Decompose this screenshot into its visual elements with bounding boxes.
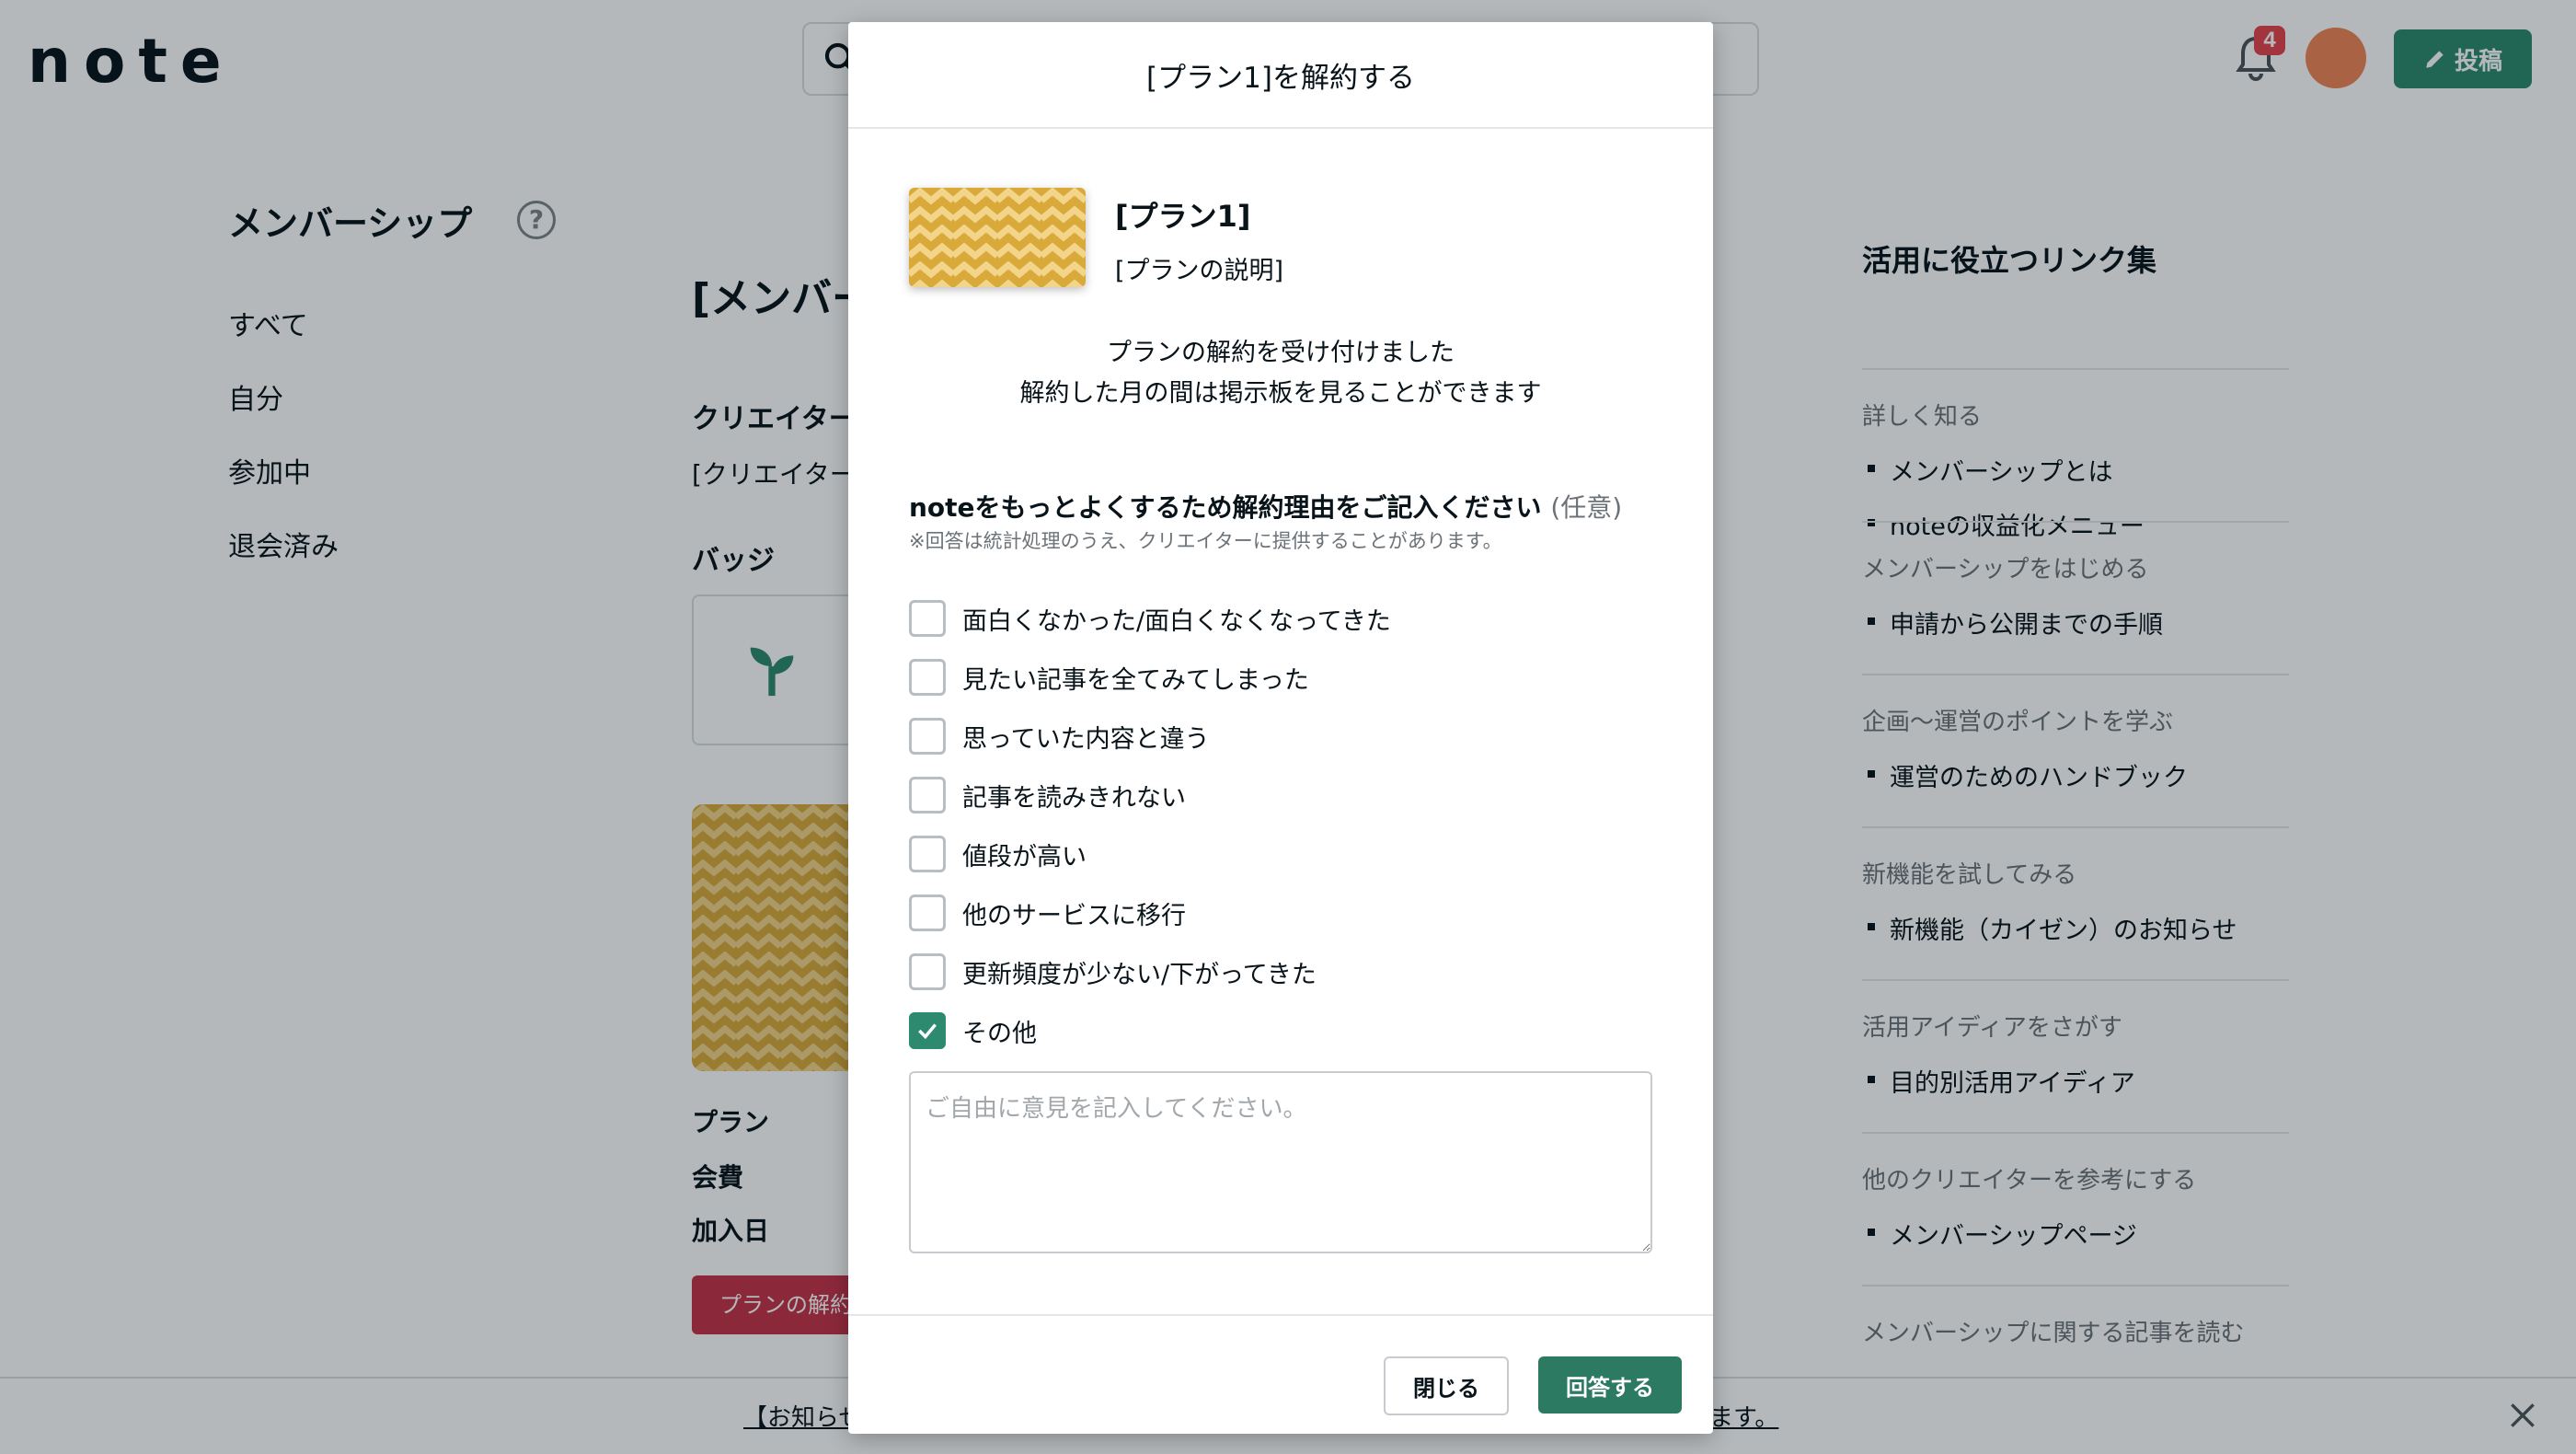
reason-option[interactable]: その他	[909, 1001, 1654, 1060]
reason-option[interactable]: 思っていた内容と違う	[909, 707, 1654, 766]
reason-option[interactable]: 他のサービスに移行	[909, 883, 1654, 942]
plan-thumbnail	[909, 188, 1086, 287]
reason-note: ※回答は統計処理のうえ、クリエイターに提供することがあります。	[909, 530, 1502, 552]
reason-option[interactable]: 見たい記事を全てみてしまった	[909, 648, 1654, 707]
reason-label: 値段が高い	[962, 842, 1087, 871]
checkbox[interactable]	[909, 836, 946, 872]
reason-label: 思っていた内容と違う	[962, 724, 1210, 754]
checkbox[interactable]	[909, 953, 946, 990]
reason-option[interactable]: 記事を読みきれない	[909, 766, 1654, 825]
confirm-line-2: 解約した月の間は掲示板を見ることができます	[1019, 379, 1542, 408]
answer-button-focus-ring: 回答する	[1527, 1344, 1693, 1425]
check-icon	[918, 1023, 937, 1040]
cancel-plan-modal: [プラン1]を解約する [プラン1] [プランの説明] プランの解約を受け付けま…	[848, 22, 1713, 1434]
reason-label: 記事を読みきれない	[962, 783, 1186, 813]
reason-optional: (任意)	[1550, 492, 1623, 523]
reason-option[interactable]: 面白くなかった/面白くなくなってきた	[909, 589, 1654, 648]
modal-title: [プラン1]を解約する	[848, 22, 1713, 129]
reason-checkbox-list: 面白くなかった/面白くなくなってきた 見たい記事を全てみてしまった 思っていた内容と…	[909, 589, 1654, 1060]
cancel-confirmation-message: プランの解約を受け付けました 解約した月の間は掲示板を見ることができます	[848, 333, 1713, 414]
opinion-textarea[interactable]	[909, 1071, 1652, 1253]
checkbox[interactable]	[909, 718, 946, 755]
reason-option[interactable]: 更新頻度が少ない/下がってきた	[909, 942, 1654, 1001]
reason-title: noteをもっとよくするため解約理由をご記入ください (任意)	[909, 488, 1622, 525]
modal-footer: 閉じる 回答する	[848, 1314, 1713, 1434]
checkbox[interactable]	[909, 777, 946, 814]
reason-label: 更新頻度が少ない/下がってきた	[962, 960, 1317, 989]
reason-label: 見たい記事を全てみてしまった	[962, 665, 1309, 695]
reason-title-text: noteをもっとよくするため解約理由をご記入ください	[909, 492, 1542, 523]
plan-name: [プラン1]	[1115, 199, 1251, 234]
close-button[interactable]: 閉じる	[1384, 1356, 1509, 1415]
reason-label: 他のサービスに移行	[962, 901, 1186, 930]
checkbox[interactable]	[909, 659, 946, 696]
answer-button[interactable]: 回答する	[1538, 1356, 1682, 1414]
reason-option[interactable]: 値段が高い	[909, 825, 1654, 883]
plan-description: [プランの説明]	[1115, 257, 1284, 285]
confirm-line-1: プランの解約を受け付けました	[1107, 339, 1455, 367]
checkbox[interactable]	[909, 600, 946, 637]
checkbox[interactable]	[909, 894, 946, 931]
reason-label: 面白くなかった/面白くなくなってきた	[962, 606, 1391, 636]
reason-label: その他	[962, 1019, 1037, 1048]
checkbox-checked[interactable]	[909, 1012, 946, 1049]
